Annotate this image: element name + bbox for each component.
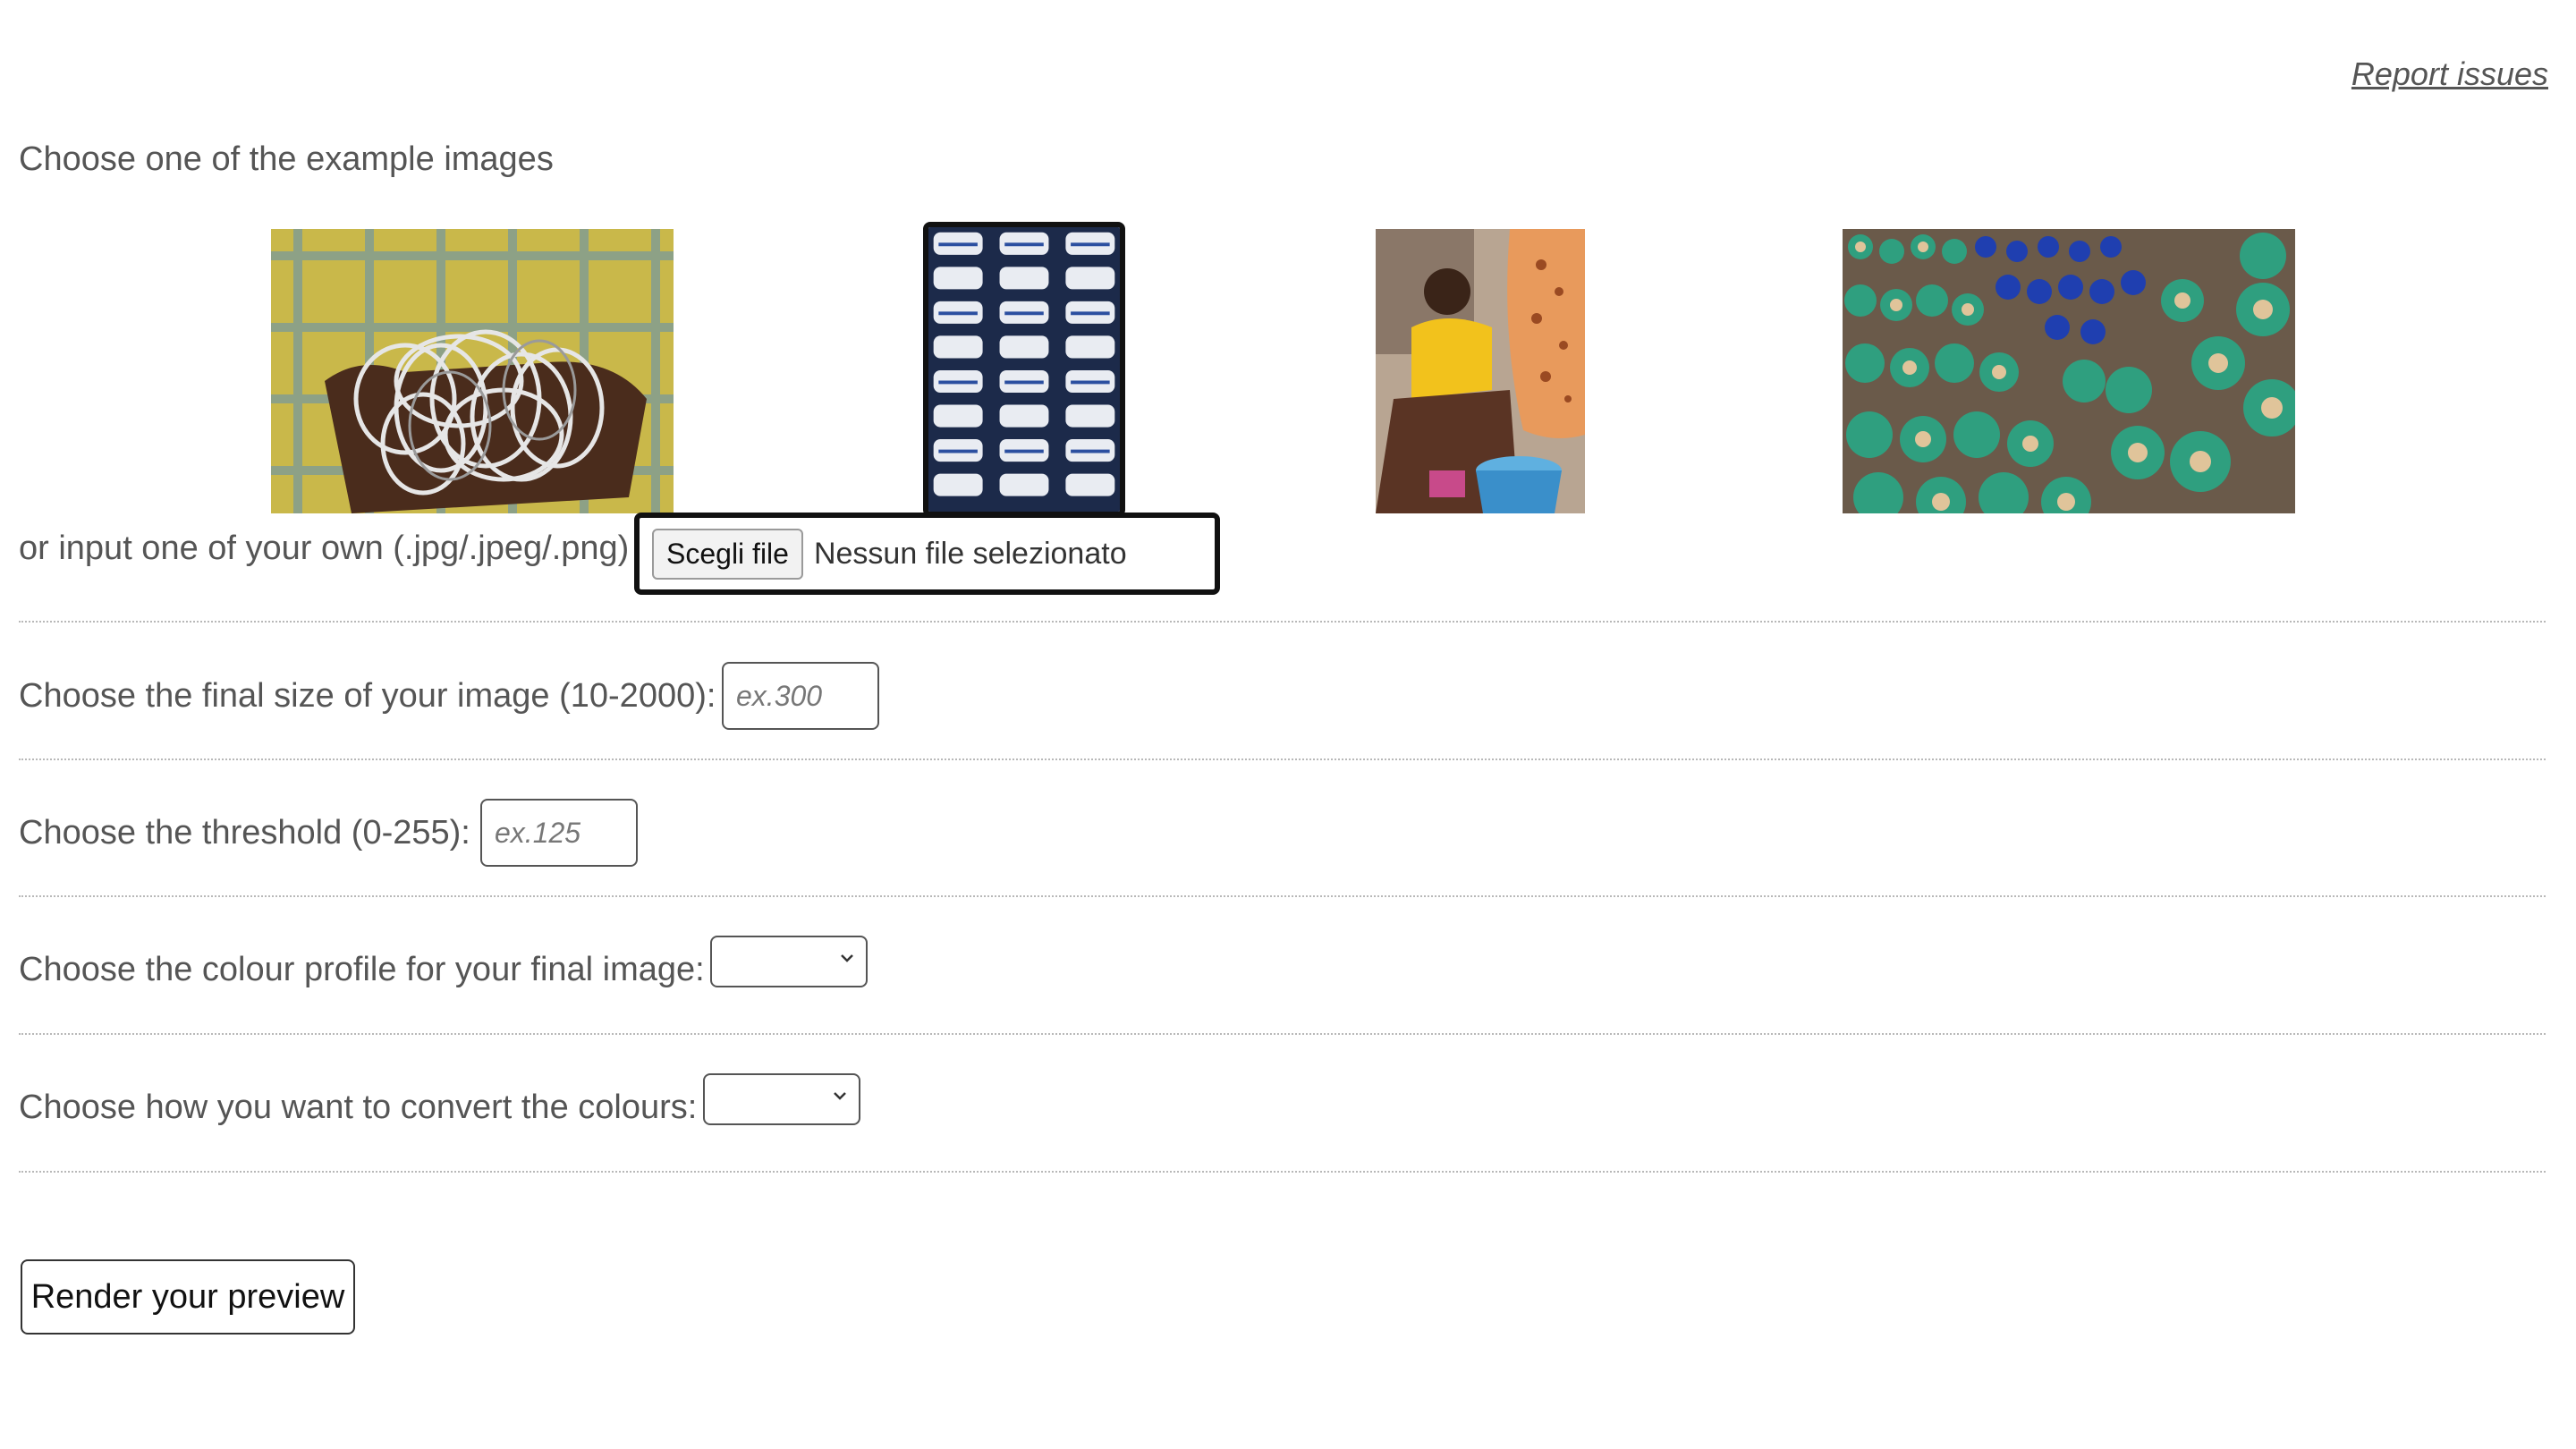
ceramic-cups-image[interactable]	[923, 222, 1125, 517]
convert-colours-select[interactable]	[703, 1073, 860, 1125]
divider	[19, 895, 2546, 897]
upload-label: or input one of your own (.jpg/.jpeg/.pn…	[19, 530, 630, 567]
threshold-label: Choose the threshold (0-255):	[19, 814, 470, 852]
examples-title: Choose one of the example images	[19, 140, 554, 178]
divider	[19, 1033, 2546, 1035]
report-issues-link[interactable]: Report issues	[2351, 55, 2548, 93]
choose-file-button[interactable]: Scegli file	[652, 528, 803, 580]
divider	[19, 1171, 2546, 1173]
chevron-down-icon	[834, 1092, 846, 1100]
potter-woman-image[interactable]	[1376, 229, 1585, 513]
file-upload-input[interactable]: Scegli file Nessun file selezionato	[634, 513, 1220, 595]
render-preview-button[interactable]: Render your preview	[21, 1259, 355, 1335]
divider	[19, 621, 2546, 623]
file-status-text: Nessun file selezionato	[813, 536, 1127, 571]
colour-profile-label: Choose the colour profile for your final…	[19, 951, 705, 988]
threshold-input[interactable]	[480, 799, 638, 867]
chevron-down-icon	[841, 954, 853, 962]
convert-colours-label: Choose how you want to convert the colou…	[19, 1089, 698, 1126]
colour-profile-select[interactable]	[710, 936, 868, 987]
divider	[19, 758, 2546, 760]
green-pots-image[interactable]	[1843, 229, 2295, 513]
silver-bangles-image[interactable]	[271, 229, 674, 513]
size-input[interactable]	[722, 662, 879, 730]
size-label: Choose the final size of your image (10-…	[19, 677, 716, 715]
